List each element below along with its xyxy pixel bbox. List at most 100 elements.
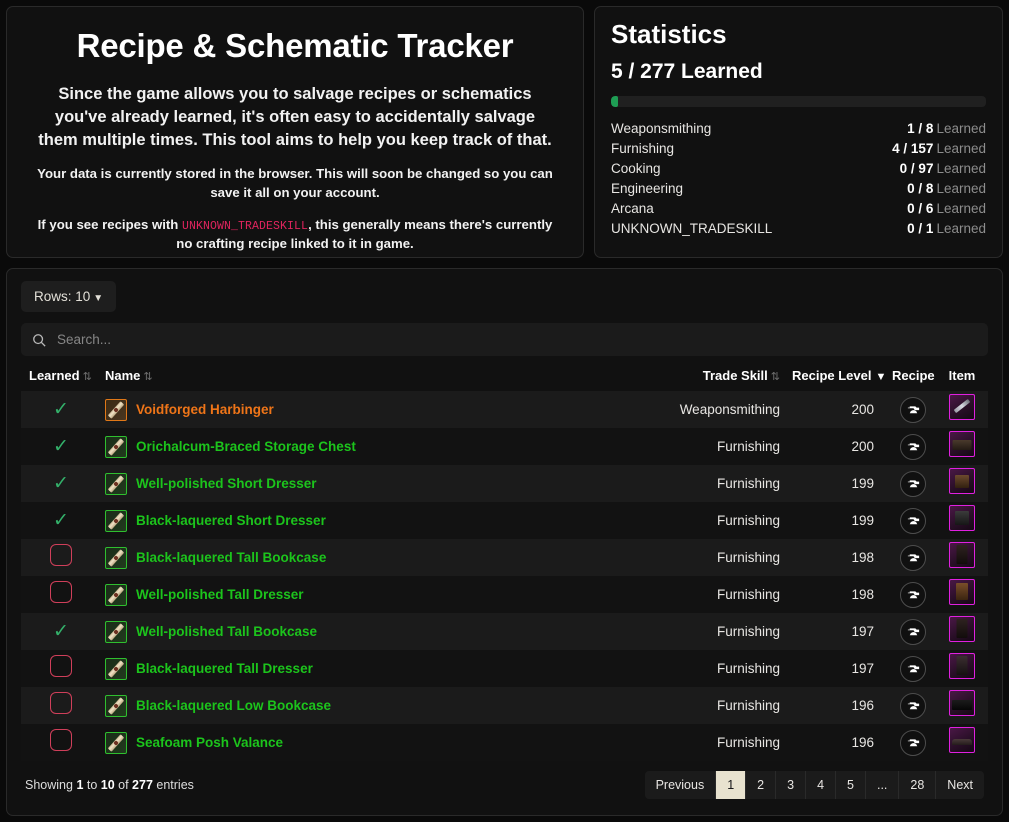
learned-checkmark-icon[interactable]: ✓ xyxy=(53,621,69,642)
cell-learned[interactable] xyxy=(21,539,99,576)
recipe-name-link[interactable]: Voidforged Harbinger xyxy=(136,402,274,417)
pagination-button[interactable]: Next xyxy=(936,771,984,799)
item-thumbnail[interactable] xyxy=(949,690,975,716)
header-recipe-level[interactable]: Recipe Level ▼ xyxy=(786,363,886,391)
cell-trade-skill: Furnishing xyxy=(716,698,780,713)
recipe-scroll-icon[interactable] xyxy=(105,472,127,495)
header-trade-skill[interactable]: Trade Skill ⇅ xyxy=(654,363,786,391)
recipe-anvil-button[interactable] xyxy=(900,655,926,682)
cell-learned[interactable] xyxy=(21,650,99,687)
item-thumbnail[interactable] xyxy=(949,542,975,568)
item-thumbnail[interactable] xyxy=(949,468,975,494)
cell-learned[interactable]: ✓ xyxy=(21,391,99,428)
rows-per-page-select[interactable]: Rows: 10 ▼ xyxy=(21,281,117,312)
recipe-name-link[interactable]: Well-polished Tall Dresser xyxy=(136,587,304,602)
cell-recipe-level: 197 xyxy=(851,661,874,676)
pagination-button[interactable]: 2 xyxy=(746,771,777,799)
cell-learned[interactable]: ✓ xyxy=(21,613,99,650)
pagination-button[interactable]: 3 xyxy=(776,771,807,799)
cell-learned[interactable] xyxy=(21,576,99,613)
recipe-anvil-button[interactable] xyxy=(900,507,926,534)
pagination-button[interactable]: 28 xyxy=(899,771,937,799)
cell-item xyxy=(940,539,988,576)
cell-learned[interactable] xyxy=(21,687,99,724)
pagination-button[interactable]: ... xyxy=(865,771,900,799)
recipe-anvil-button[interactable] xyxy=(900,692,926,719)
table-row: ✓ Orichalcum-Braced Storage Chest Furnishi… xyxy=(21,428,988,465)
cell-item xyxy=(940,613,988,650)
item-thumbnail[interactable] xyxy=(949,616,975,642)
recipe-scroll-icon[interactable] xyxy=(105,398,127,421)
recipe-name-link[interactable]: Black-laquered Low Bookcase xyxy=(136,698,331,713)
recipe-anvil-button[interactable] xyxy=(900,396,926,423)
recipe-name-link[interactable]: Black-laquered Tall Dresser xyxy=(136,661,313,676)
item-thumbnail[interactable] xyxy=(949,579,975,605)
table-row: Well-polished Tall Dresser Furnishing 198 xyxy=(21,576,988,613)
learned-checkmark-icon[interactable]: ✓ xyxy=(53,436,69,457)
recipe-anvil-button[interactable] xyxy=(900,729,926,756)
learned-checkbox[interactable] xyxy=(50,544,72,566)
showing-of: of xyxy=(114,778,133,792)
search-bar[interactable] xyxy=(21,323,988,356)
header-name[interactable]: Name ⇅ xyxy=(99,363,654,391)
pagination-button[interactable]: 1 xyxy=(716,771,747,799)
cell-learned[interactable]: ✓ xyxy=(21,502,99,539)
item-thumbnail[interactable] xyxy=(949,505,975,531)
cell-learned[interactable]: ✓ xyxy=(21,465,99,502)
learned-checkmark-icon[interactable]: ✓ xyxy=(53,510,69,531)
learned-checkmark-icon[interactable]: ✓ xyxy=(53,473,69,494)
item-thumbnail[interactable] xyxy=(949,394,975,420)
recipe-anvil-button[interactable] xyxy=(900,433,926,460)
item-thumbnail[interactable] xyxy=(949,431,975,457)
learned-checkbox[interactable] xyxy=(50,655,72,677)
pagination-button[interactable]: Previous xyxy=(644,771,717,799)
recipe-name-link[interactable]: Seafoam Posh Valance xyxy=(136,735,283,750)
learned-checkbox[interactable] xyxy=(50,729,72,751)
pagination-button[interactable]: 4 xyxy=(806,771,837,799)
recipe-scroll-icon[interactable] xyxy=(105,435,127,458)
statistics-title: Statistics xyxy=(611,19,727,49)
cell-learned[interactable] xyxy=(21,724,99,761)
recipe-anvil-button[interactable] xyxy=(900,544,926,571)
recipe-name-link[interactable]: Orichalcum-Braced Storage Chest xyxy=(136,439,356,454)
cell-recipe-level: 200 xyxy=(851,402,874,417)
recipe-scroll-icon[interactable] xyxy=(105,620,127,643)
recipe-scroll-icon[interactable] xyxy=(105,546,127,569)
search-icon xyxy=(33,333,46,347)
cell-learned[interactable]: ✓ xyxy=(21,428,99,465)
recipe-scroll-icon[interactable] xyxy=(105,509,127,532)
unknown-tradeskill-token: UNKNOWN_TRADESKILL xyxy=(182,220,309,234)
recipe-anvil-button[interactable] xyxy=(900,618,926,645)
recipe-name-link[interactable]: Well-polished Short Dresser xyxy=(136,476,317,491)
tradeskill-value: 0 / 97 xyxy=(899,160,934,176)
search-input[interactable] xyxy=(55,331,977,348)
sort-toggle-icon: ⇅ xyxy=(143,371,153,383)
pagination-button[interactable]: 5 xyxy=(836,771,866,799)
recipe-scroll-icon[interactable] xyxy=(105,657,127,680)
table-row: ✓ Well-polished Tall Bookcase Furnishing 19… xyxy=(21,613,988,650)
recipe-name-link[interactable]: Black-laquered Tall Bookcase xyxy=(136,550,326,565)
recipe-table-panel: Rows: 10▼ Learned⇅ Name⇅ Trade Skill⇅ Re… xyxy=(6,268,1003,816)
header-recipe: Recipe xyxy=(892,368,935,383)
table-row: ✓ Voidforged Harbinger Weaponsmithing 200 xyxy=(21,391,988,428)
header-learned[interactable]: Learned ⇅ xyxy=(21,363,99,391)
learned-checkbox[interactable] xyxy=(50,692,72,714)
table-header-row: Learned ⇅ Name ⇅ Trade Skill ⇅ Recipe Level… xyxy=(21,363,988,391)
learned-checkbox[interactable] xyxy=(50,581,72,603)
item-thumbnail[interactable] xyxy=(949,727,975,753)
cell-recipe xyxy=(886,650,940,687)
recipe-scroll-icon[interactable] xyxy=(105,694,127,717)
recipe-scroll-icon[interactable] xyxy=(105,583,127,606)
tradeskill-progress: 1 / 8 Learned xyxy=(907,121,986,136)
anvil-icon xyxy=(907,739,919,747)
learned-checkmark-icon[interactable]: ✓ xyxy=(53,399,69,420)
cell-recipe xyxy=(886,428,940,465)
recipe-anvil-button[interactable] xyxy=(900,470,926,497)
cell-recipe-level: 196 xyxy=(851,698,874,713)
recipe-name-link[interactable]: Well-polished Tall Bookcase xyxy=(136,624,317,639)
recipe-name-link[interactable]: Black-laquered Short Dresser xyxy=(136,513,326,528)
item-thumbnail[interactable] xyxy=(949,653,975,679)
page-title: Recipe & Schematic Tracker xyxy=(76,27,514,64)
recipe-anvil-button[interactable] xyxy=(900,581,926,608)
recipe-scroll-icon[interactable] xyxy=(105,731,127,754)
